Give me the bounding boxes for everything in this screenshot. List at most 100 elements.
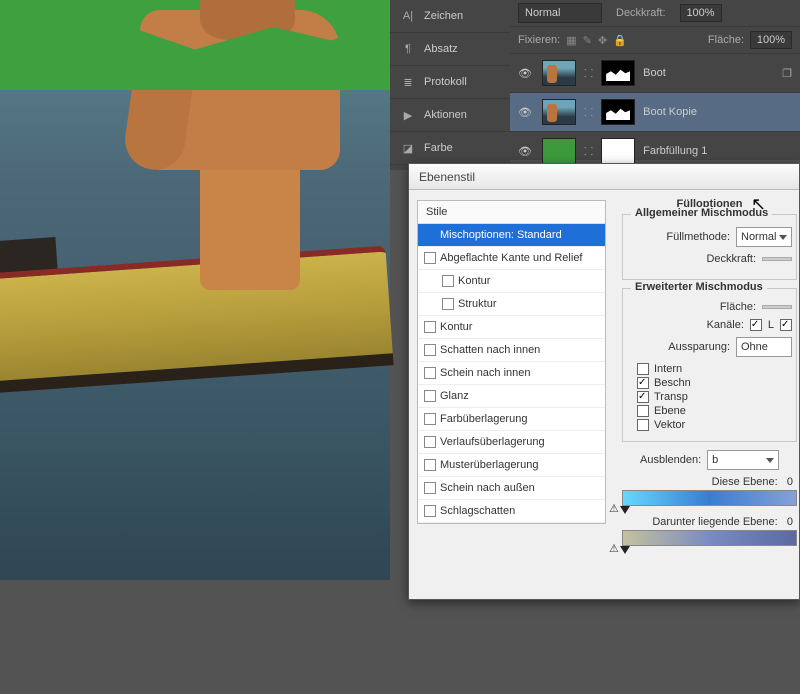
side-item-label: Zeichen [424,10,463,22]
style-checkbox[interactable] [442,298,454,310]
style-option-label: Abgeflachte Kante und Relief [440,252,583,264]
style-checkbox[interactable] [424,505,436,517]
side-item-zeichen[interactable]: A|Zeichen [390,0,510,33]
channel-2-checkbox[interactable] [780,319,792,331]
style-checkbox[interactable] [424,390,436,402]
style-option[interactable]: Schatten nach innen [418,339,605,362]
opacity-slider[interactable] [762,257,792,261]
protokoll-icon: ≣ [400,74,416,90]
side-item-absatz[interactable]: ¶ Absatz [390,33,510,66]
link-icon[interactable]: ⸬ [584,66,593,81]
style-option-label: Schatten nach innen [440,344,540,356]
channel-L-checkbox[interactable] [750,319,762,331]
style-option[interactable]: Kontur [418,316,605,339]
style-checkbox[interactable] [442,275,454,287]
style-checkbox[interactable] [424,344,436,356]
side-item-protokoll[interactable]: ≣Protokoll [390,66,510,99]
link-icon[interactable]: ⸬ [584,144,593,159]
style-option-label: Kontur [440,321,472,333]
link-icon[interactable]: ⸬ [584,105,593,120]
adv-checkbox[interactable] [637,419,649,431]
this-layer-value: 0 [787,476,793,488]
style-option-label: Kontur [458,275,490,287]
blend-mode-value: Normal [525,7,560,19]
general-blend-legend: Allgemeiner Mischmodus [631,207,772,219]
slider-handle-black[interactable] [620,506,630,514]
absatz-icon: ¶ [400,41,416,57]
adv-checkbox[interactable] [637,405,649,417]
style-option[interactable]: Struktur [418,293,605,316]
layer-name[interactable]: Farbfüllung 1 [643,145,707,157]
blend-mode-dropdown[interactable]: Normal [518,3,602,23]
visibility-eye-icon[interactable]: 👁 [518,106,534,119]
lock-paint-icon[interactable]: ✎ [583,34,592,47]
style-checkbox[interactable] [424,413,436,425]
warning-icon: ⚠ [609,502,619,515]
styles-list: Stile Mischoptionen: Standard Abgeflachte… [417,200,606,524]
style-option-label: Verlaufsüberlagerung [440,436,545,448]
opacity-label: Deckkraft: [616,7,666,19]
adv-check-label: Vektor [654,419,685,431]
chevron-down-icon [779,235,787,240]
styles-header: Stile [418,201,605,224]
layer-thumbnail[interactable] [542,138,576,164]
style-option-label: Musterüberlagerung [440,459,538,471]
style-option[interactable]: Schein nach außen [418,477,605,500]
under-layer-blend-slider[interactable]: ⚠ [622,530,797,546]
side-item-farbe[interactable]: ◪Farbe [390,132,510,165]
style-option[interactable]: Farbüberlagerung [418,408,605,431]
lock-transparency-icon[interactable]: ▦ [566,34,576,47]
adv-checkbox[interactable] [637,363,649,375]
style-option[interactable]: Kontur [418,270,605,293]
mask-thumbnail[interactable] [601,138,635,164]
side-item-label: Absatz [424,43,458,55]
adv-checkbox[interactable] [637,377,649,389]
adv-check-row: Intern [637,363,792,375]
image-canvas[interactable] [0,0,390,580]
style-checkbox[interactable] [424,436,436,448]
layer-name[interactable]: Boot Kopie [643,106,697,118]
style-option[interactable]: Schein nach innen [418,362,605,385]
style-option[interactable]: Glanz [418,385,605,408]
adv-check-row: Ebene [637,405,792,417]
opacity-value[interactable]: 100% [680,4,722,22]
style-checkbox[interactable] [424,321,436,333]
general-blend-group: Allgemeiner Mischmodus Füllmethode: Norm… [622,214,797,280]
dialog-title[interactable]: Ebenenstil [409,164,799,190]
style-option-label: Glanz [440,390,469,402]
adv-check-label: Beschn [654,377,691,389]
adv-checkbox[interactable] [637,391,649,403]
mask-thumbnail[interactable] [601,60,635,86]
style-option-label: Mischoptionen: Standard [440,229,562,241]
lock-position-icon[interactable]: ✥ [598,34,607,47]
knockout-dropdown[interactable]: Ohne [736,337,792,357]
style-checkbox[interactable] [424,459,436,471]
lock-all-icon[interactable]: 🔒 [613,34,627,47]
layer-row[interactable]: 👁 ⸬ Boot Kopie [510,93,800,132]
style-checkbox[interactable] [424,367,436,379]
visibility-eye-icon[interactable]: 👁 [518,145,534,158]
visibility-eye-icon[interactable]: 👁 [518,67,534,80]
style-checkbox[interactable] [424,482,436,494]
layer-thumbnail[interactable] [542,99,576,125]
layer-thumbnail[interactable] [542,60,576,86]
layer-name[interactable]: Boot [643,67,666,79]
fill-slider[interactable] [762,305,792,309]
side-item-aktionen[interactable]: ▶Aktionen [390,99,510,132]
style-option[interactable]: Schlagschatten [418,500,605,523]
style-checkbox[interactable] [424,252,436,264]
slider-handle-black[interactable] [620,546,630,554]
adv-check-row: Transp [637,391,792,403]
layer-row[interactable]: 👁 ⸬ Boot ❐ [510,54,800,93]
fill-method-dropdown[interactable]: Normal [736,227,792,247]
style-option[interactable]: Abgeflachte Kante und Relief [418,247,605,270]
style-option[interactable]: Musterüberlagerung [418,454,605,477]
this-layer-blend-slider[interactable]: ⚠ [622,490,797,506]
style-option[interactable]: Verlaufsüberlagerung [418,431,605,454]
duplicate-icon[interactable]: ❐ [782,67,792,80]
mask-thumbnail[interactable] [601,99,635,125]
style-option[interactable]: Mischoptionen: Standard [418,224,605,247]
under-layer-value: 0 [787,516,793,528]
fill-value[interactable]: 100% [750,31,792,49]
blend-if-dropdown[interactable]: b [707,450,779,470]
